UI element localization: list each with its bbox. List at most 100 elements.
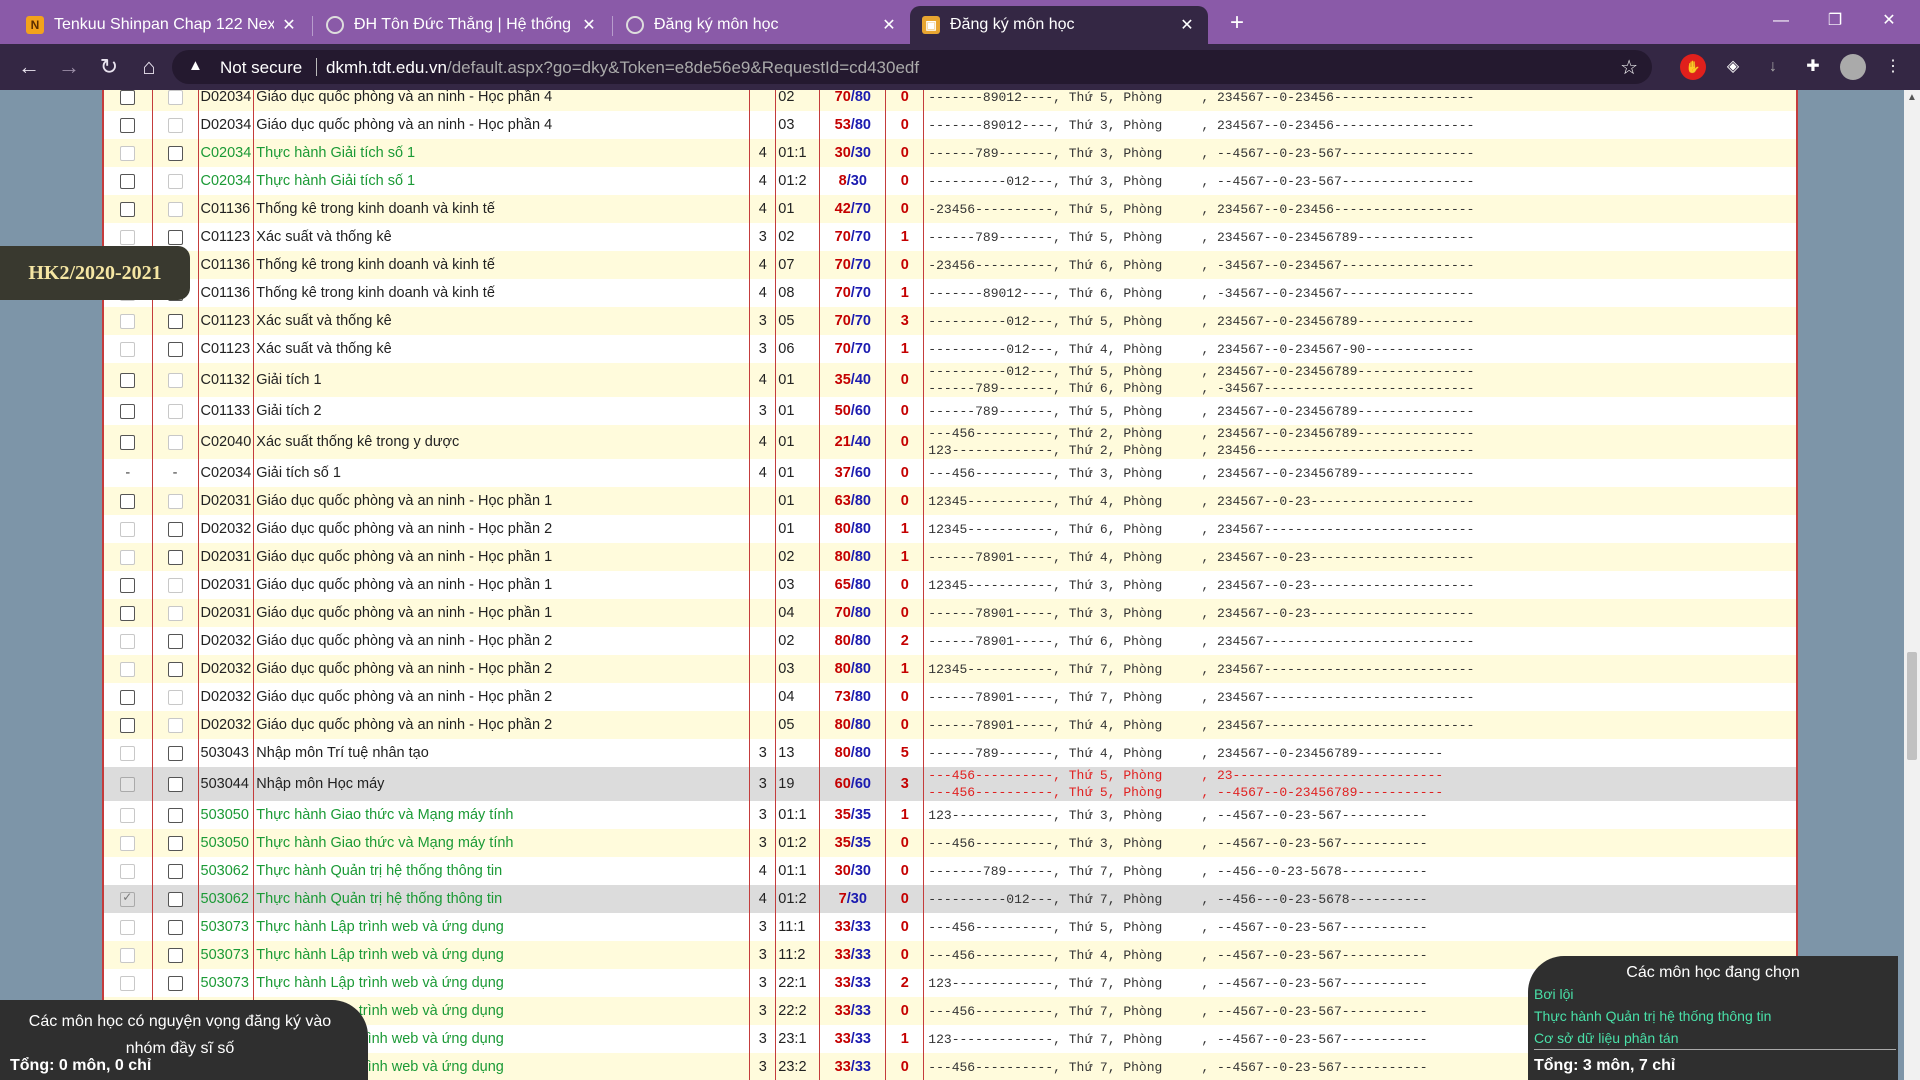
register-checkbox[interactable] <box>167 549 183 565</box>
register-checkbox[interactable] <box>167 891 183 907</box>
register-checkbox[interactable] <box>167 173 183 189</box>
reload-button[interactable]: ↻ <box>92 50 126 84</box>
close-icon[interactable]: ✕ <box>1178 15 1196 35</box>
register-checkbox[interactable] <box>120 890 136 907</box>
register-checkbox[interactable] <box>120 807 136 823</box>
table-row[interactable]: 503044 Nhập môn Học máy 3 19 60/60 3 ---456---… <box>104 767 1796 801</box>
register-checkbox[interactable] <box>120 372 136 388</box>
register-checkbox[interactable] <box>167 521 183 537</box>
selected-course-item[interactable]: Bơi lội <box>1534 986 1574 1002</box>
register-checkbox[interactable] <box>120 835 136 851</box>
table-row[interactable]: C02034 Thực hành Giải tích số 1 4 01:1 30/30… <box>104 139 1796 167</box>
table-row[interactable]: C01136 Thống kê trong kinh doanh và kinh … <box>104 279 1796 307</box>
avatar[interactable] <box>1840 54 1866 80</box>
register-checkbox[interactable] <box>120 689 136 705</box>
table-row[interactable]: 503043 Nhập môn Trí tuệ nhân tạo 3 13 80/80 5… <box>104 739 1796 767</box>
security-label[interactable]: Not secure <box>220 58 302 78</box>
scroll-thumb[interactable] <box>1907 652 1917 760</box>
address-bar[interactable]: ▲ Not secure dkmh.tdt.edu.vn/default.asp… <box>172 50 1652 84</box>
register-checkbox[interactable] <box>167 947 183 963</box>
register-checkbox[interactable] <box>167 633 183 649</box>
tab-course-registration[interactable]: Đăng ký môn học ✕ <box>614 6 910 44</box>
close-icon[interactable]: ✕ <box>580 15 598 35</box>
warning-icon[interactable]: ▲ <box>188 57 203 74</box>
table-row[interactable]: D02032 Giáo dục quốc phòng và an ninh - H… <box>104 515 1796 543</box>
register-checkbox[interactable] <box>120 201 136 217</box>
register-checkbox[interactable] <box>120 173 136 189</box>
adblock-extension-icon[interactable]: ✋ <box>1680 54 1706 80</box>
register-checkbox[interactable] <box>167 745 183 761</box>
register-checkbox[interactable] <box>167 90 183 105</box>
register-checkbox[interactable] <box>120 577 136 593</box>
menu-icon[interactable]: ⋮ <box>1880 54 1906 80</box>
register-checkbox[interactable] <box>120 633 136 649</box>
register-checkbox[interactable] <box>120 745 136 761</box>
register-checkbox[interactable] <box>167 975 183 991</box>
register-checkbox[interactable] <box>167 229 183 245</box>
table-row[interactable]: D02031 Giáo dục quốc phòng và an ninh - H… <box>104 599 1796 627</box>
scroll-up-arrow[interactable]: ▲ <box>1904 90 1920 106</box>
register-checkbox[interactable] <box>167 835 183 851</box>
table-row[interactable]: C02034 Thực hành Giải tích số 1 4 01:2 8/30 0… <box>104 167 1796 195</box>
tab-tenkuu-shinpan[interactable]: N Tenkuu Shinpan Chap 122 Next Chap ✕ <box>14 6 310 44</box>
back-button[interactable]: ← <box>12 50 46 84</box>
register-checkbox[interactable] <box>167 313 183 329</box>
register-checkbox[interactable] <box>167 863 183 879</box>
register-checkbox[interactable] <box>167 605 183 621</box>
table-row[interactable]: D02031 Giáo dục quốc phòng và an ninh - H… <box>104 543 1796 571</box>
register-checkbox[interactable] <box>120 863 136 879</box>
tab-tdtu-info[interactable]: ĐH Tôn Đức Thắng | Hệ thống thông tin ✕ <box>314 6 610 44</box>
register-checkbox[interactable] <box>167 661 183 677</box>
register-checkbox[interactable] <box>120 717 136 733</box>
register-checkbox[interactable] <box>120 403 136 419</box>
register-checkbox[interactable] <box>167 372 183 388</box>
register-checkbox[interactable] <box>120 434 136 450</box>
table-row[interactable]: 503073Thực hành Lập trình web và ứng dụn… <box>104 913 1796 941</box>
register-checkbox[interactable] <box>167 807 183 823</box>
home-button[interactable]: ⌂ <box>132 50 166 84</box>
register-checkbox[interactable] <box>167 689 183 705</box>
register-checkbox[interactable] <box>167 201 183 217</box>
table-row[interactable]: 503062Thực hành Quản trị hệ thống thông … <box>104 885 1796 913</box>
table-row[interactable]: C01123 Xác suất và thống kê 3 02 70/70 1 -----… <box>104 223 1796 251</box>
table-row[interactable]: D02032 Giáo dục quốc phòng và an ninh - H… <box>104 627 1796 655</box>
url-text[interactable]: dkmh.tdt.edu.vn/default.aspx?go=dky&Toke… <box>326 58 919 78</box>
table-row[interactable]: C01123 Xác suất và thống kê 3 05 70/70 3 -----… <box>104 307 1796 335</box>
register-checkbox[interactable] <box>120 493 136 509</box>
register-checkbox[interactable] <box>120 90 136 105</box>
register-checkbox[interactable] <box>167 577 183 593</box>
extension-icon[interactable]: ◈ <box>1720 54 1746 80</box>
register-checkbox[interactable] <box>120 661 136 677</box>
register-checkbox[interactable] <box>167 117 183 133</box>
register-checkbox[interactable] <box>167 776 183 792</box>
new-tab-button[interactable]: + <box>1222 8 1252 38</box>
register-checkbox[interactable] <box>120 341 136 357</box>
register-checkbox[interactable] <box>120 776 136 792</box>
puzzle-icon[interactable]: ✚ <box>1800 54 1826 80</box>
table-row[interactable]: C02040 Xác suất thống kê trong y dược 4 01 2… <box>104 425 1796 459</box>
tab-course-registration-active[interactable]: ▣ Đăng ký môn học ✕ <box>910 6 1208 44</box>
table-row[interactable]: 503050 Thực hành Giao thức và Mạng máy tí… <box>104 801 1796 829</box>
register-checkbox[interactable] <box>167 717 183 733</box>
register-checkbox[interactable] <box>120 975 136 991</box>
table-row[interactable]: 503050 Thực hành Giao thức và Mạng máy tí… <box>104 829 1796 857</box>
table-row[interactable]: D02031 Giáo dục quốc phòng và an ninh - H… <box>104 571 1796 599</box>
register-checkbox[interactable] <box>120 117 136 133</box>
table-row[interactable]: D02032 Giáo dục quốc phòng và an ninh - H… <box>104 683 1796 711</box>
table-row[interactable]: D02031 Giáo dục quốc phòng và an ninh - H… <box>104 487 1796 515</box>
forward-button[interactable]: → <box>52 50 86 84</box>
star-icon[interactable]: ☆ <box>1620 55 1638 80</box>
page-scrollbar[interactable]: ▲ <box>1904 90 1920 1080</box>
download-icon[interactable]: ↓ <box>1760 54 1786 80</box>
register-checkbox[interactable] <box>167 341 183 357</box>
restore-button[interactable]: ❐ <box>1812 6 1858 36</box>
close-window-button[interactable]: ✕ <box>1866 6 1912 36</box>
register-checkbox[interactable] <box>167 145 183 161</box>
close-icon[interactable]: ✕ <box>280 15 298 35</box>
selected-course-item[interactable]: Thực hành Quản trị hệ thống thông tin <box>1534 1008 1771 1024</box>
table-row[interactable]: D02034 Giáo dục quốc phòng và an ninh - H… <box>104 111 1796 139</box>
register-checkbox[interactable] <box>167 493 183 509</box>
minimize-button[interactable]: — <box>1758 6 1804 36</box>
table-row[interactable]: C01136 Thống kê trong kinh doanh và kinh … <box>104 251 1796 279</box>
selected-course-item[interactable]: Cơ sở dữ liệu phân tán <box>1534 1030 1678 1046</box>
